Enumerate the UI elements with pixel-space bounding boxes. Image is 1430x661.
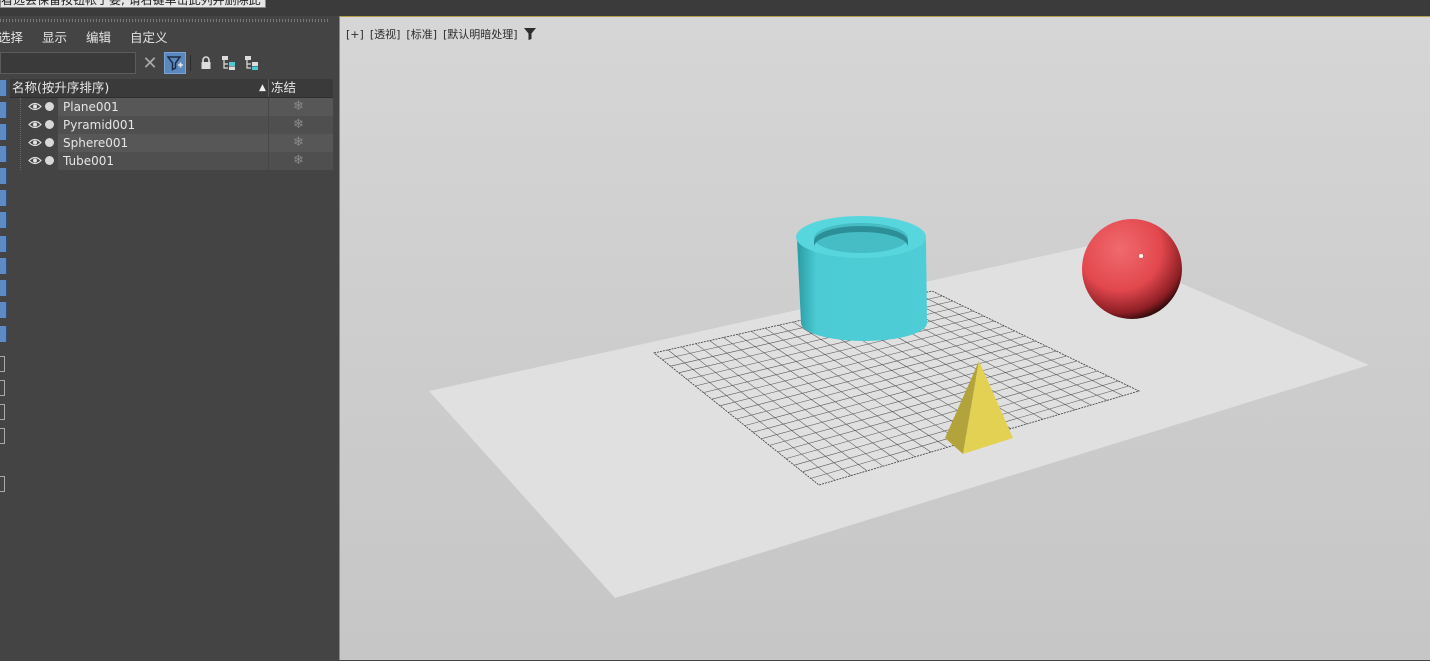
tree-hierarchy-icon <box>222 56 235 70</box>
menu-select[interactable]: 选择 <box>0 28 32 48</box>
side-tool-button[interactable] <box>0 302 7 318</box>
eye-icon[interactable] <box>28 138 42 147</box>
eye-icon[interactable] <box>28 102 42 111</box>
side-tool-button[interactable] <box>0 258 7 274</box>
lock-icon <box>201 56 211 69</box>
top-bar: 看选会保留按钮帐于要, 请右键单击此列并删除此 <box>0 0 1430 16</box>
side-tool-button[interactable] <box>0 212 7 228</box>
search-input[interactable] <box>0 52 136 74</box>
side-tool-button[interactable] <box>0 146 7 162</box>
sort-ascending-icon: ▲ <box>259 83 266 93</box>
explorer-toolbar: ✕ <box>0 52 339 76</box>
side-tool-button[interactable] <box>0 124 7 140</box>
side-tool-button[interactable] <box>0 476 5 492</box>
layer-button[interactable] <box>241 52 263 74</box>
side-tool-button[interactable] <box>0 80 7 96</box>
side-tool-button[interactable] <box>0 404 5 420</box>
render-dot-icon[interactable] <box>45 138 54 147</box>
hierarchy-button[interactable] <box>218 52 240 74</box>
object-name: Pyramid001 <box>63 118 136 132</box>
toolbar-separator <box>190 55 191 71</box>
side-tool-button[interactable] <box>0 168 7 184</box>
scene-explorer-panel: 选择 显示 编辑 自定义 ✕ 名称(按升序排序) ▲ 冻结 Plane001 ❄… <box>0 16 339 660</box>
column-divider[interactable] <box>268 79 269 97</box>
table-row[interactable]: Plane001 ❄ <box>10 98 333 116</box>
menu-customize[interactable]: 自定义 <box>130 28 177 48</box>
menu-edit[interactable]: 编辑 <box>86 28 120 48</box>
eye-icon[interactable] <box>28 120 42 129</box>
render-dot-icon[interactable] <box>45 120 54 129</box>
perspective-viewport[interactable]: [+] [透视] [标准] [默认明暗处理] <box>339 16 1430 660</box>
row-divider <box>268 134 269 152</box>
row-divider <box>268 116 269 134</box>
sphere-object[interactable] <box>1082 219 1182 319</box>
side-tool-button[interactable] <box>0 102 7 118</box>
close-icon: ✕ <box>142 52 158 74</box>
hint-tooltip: 看选会保留按钮帐于要, 请右键单击此列并删除此 <box>0 0 266 8</box>
column-frozen-header[interactable]: 冻结 <box>271 79 296 97</box>
side-tool-button[interactable] <box>0 380 5 396</box>
explorer-side-toolbar <box>0 80 8 520</box>
render-dot-icon[interactable] <box>45 102 54 111</box>
row-divider <box>268 152 269 170</box>
object-name: Sphere001 <box>63 136 129 150</box>
tube-object[interactable] <box>796 216 927 341</box>
snowflake-icon[interactable]: ❄ <box>293 152 304 170</box>
panel-grip[interactable] <box>0 19 330 22</box>
side-tool-button[interactable] <box>0 280 7 296</box>
tree-layer-icon <box>245 56 258 70</box>
side-tool-button[interactable] <box>0 428 5 444</box>
side-tool-button[interactable] <box>0 236 7 252</box>
eye-icon[interactable] <box>28 156 42 165</box>
explorer-menu-bar: 选择 显示 编辑 自定义 <box>0 28 187 48</box>
clear-search-button[interactable]: ✕ <box>139 52 161 74</box>
filter-button[interactable] <box>164 52 186 74</box>
object-rows: Plane001 ❄ Pyramid001 ❄ Sphere001 ❄ Tube… <box>10 98 333 170</box>
object-name: Tube001 <box>63 154 115 168</box>
snowflake-icon[interactable]: ❄ <box>293 98 304 116</box>
side-tool-button[interactable] <box>0 356 5 372</box>
snowflake-icon[interactable]: ❄ <box>293 134 304 152</box>
table-row[interactable]: Tube001 ❄ <box>10 152 333 170</box>
side-tool-button[interactable] <box>0 326 7 342</box>
snowflake-icon[interactable]: ❄ <box>293 116 304 134</box>
column-name-header[interactable]: 名称(按升序排序) <box>12 79 109 97</box>
table-row[interactable]: Sphere001 ❄ <box>10 134 333 152</box>
side-tool-button[interactable] <box>0 190 7 206</box>
row-divider <box>268 98 269 116</box>
menu-display[interactable]: 显示 <box>42 28 76 48</box>
render-dot-icon[interactable] <box>45 156 54 165</box>
table-row[interactable]: Pyramid001 ❄ <box>10 116 333 134</box>
object-name: Plane001 <box>63 100 119 114</box>
funnel-plus-icon <box>167 56 183 71</box>
column-header: 名称(按升序排序) ▲ 冻结 <box>10 79 333 98</box>
scene-canvas <box>429 216 1369 598</box>
lock-button[interactable] <box>195 52 217 74</box>
